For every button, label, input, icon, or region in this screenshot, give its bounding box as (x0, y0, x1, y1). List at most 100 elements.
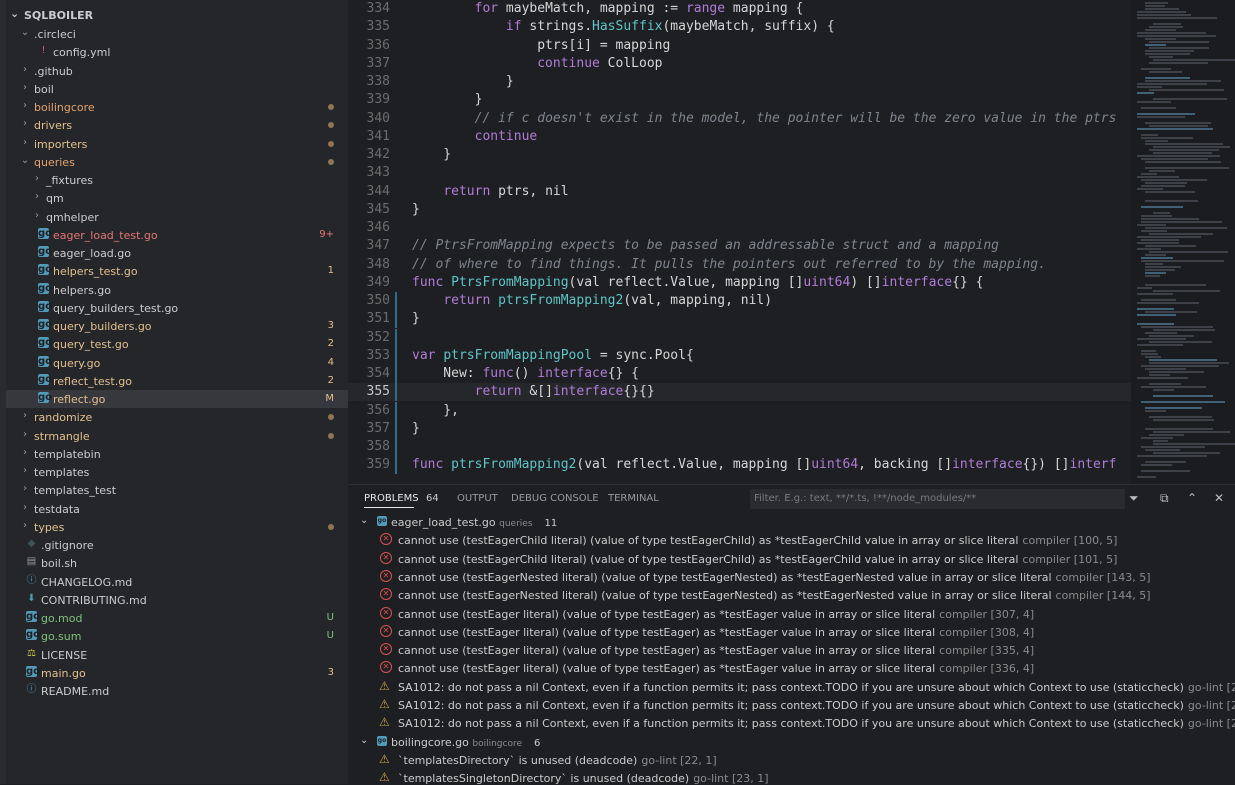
file-item[interactable]: go eager_load_test.go 9+ (6, 226, 348, 244)
chevron-right-icon[interactable]: › (32, 173, 42, 184)
chevron-down-icon[interactable]: ⌄ (10, 7, 19, 20)
close-icon[interactable]: ✕ (1214, 491, 1224, 505)
code-line[interactable]: 352 (348, 328, 1131, 347)
chevron-right-icon[interactable]: › (20, 100, 30, 111)
file-item[interactable]: ▤ boil.sh (6, 554, 348, 572)
problem-item[interactable]: ⚠ SA1012: do not pass a nil Context, even… (348, 696, 1235, 714)
problem-item[interactable]: ✕ cannot use (testEagerNested literal) (v… (348, 586, 1235, 604)
folder-item[interactable]: › testdata (6, 500, 348, 518)
maximize-panel-icon[interactable]: ⌃ (1187, 491, 1197, 505)
file-item[interactable]: ⓘ CHANGELOG.md (6, 573, 348, 591)
folder-item[interactable]: › _fixtures (6, 171, 348, 189)
folder-item[interactable]: › .github (6, 62, 348, 80)
problem-item[interactable]: ⚠ `templatesDirectory` is unused (deadcod… (348, 751, 1235, 769)
code-line[interactable]: 338 } (348, 73, 1131, 91)
folder-item[interactable]: › templatebin (6, 445, 348, 463)
code-line[interactable]: 359 func ptrsFromMapping2(val reflect.Val… (348, 456, 1131, 475)
code-line[interactable]: 343 (348, 164, 1131, 182)
code-line[interactable]: 339 } (348, 91, 1131, 109)
tab-terminal[interactable]: TERMINAL (608, 493, 659, 504)
file-item[interactable]: go go.mod U (6, 609, 348, 627)
chevron-right-icon[interactable]: › (32, 191, 42, 202)
code-line[interactable]: 342 } (348, 146, 1131, 164)
folder-item[interactable]: › randomize (6, 408, 348, 426)
file-item[interactable]: go query_builders_test.go (6, 299, 348, 317)
code-line[interactable]: 354 New: func() interface{} { (348, 365, 1131, 384)
code-line[interactable]: 349 func PtrsFromMapping(val reflect.Valu… (348, 274, 1131, 292)
chevron-down-icon[interactable]: ⌄ (360, 735, 368, 746)
problem-item[interactable]: ✕ cannot use (testEager literal) (value o… (348, 605, 1235, 623)
chevron-down-icon[interactable]: ⌄ (360, 515, 368, 526)
chevron-right-icon[interactable]: › (20, 64, 30, 75)
problem-item[interactable]: ✕ cannot use (testEager literal) (value o… (348, 641, 1235, 659)
file-item[interactable]: ◆ .gitignore (6, 536, 348, 554)
problems-filter-input[interactable]: Filter. E.g.: text, **/*.ts, !**/node_mo… (750, 489, 1125, 509)
chevron-right-icon[interactable]: › (20, 483, 30, 494)
folder-item[interactable]: › boil (6, 80, 348, 98)
chevron-right-icon[interactable]: › (32, 210, 42, 221)
code-line[interactable]: 350 return ptrsFromMapping2(val, mapping… (348, 292, 1131, 311)
tab-problems[interactable]: PROBLEMS (364, 493, 419, 504)
chevron-down-icon[interactable]: ⌄ (20, 27, 30, 38)
code-line[interactable]: 348 // of where to find things. It pulls … (348, 256, 1131, 274)
code-line[interactable]: 353 var ptrsFromMappingPool = sync.Pool{ (348, 346, 1131, 365)
folder-item[interactable]: ⌄ .circleci (6, 25, 348, 43)
problem-item[interactable]: ⚠ SA1012: do not pass a nil Context, even… (348, 714, 1235, 732)
code-line[interactable]: 334 for maybeMatch, mapping := range map… (348, 0, 1131, 18)
file-item[interactable]: go helpers_test.go 1 (6, 262, 348, 280)
problems-file-group[interactable]: ⌄ go boilingcore.go boilingcore 6 (348, 733, 1235, 751)
problem-item[interactable]: ⚠ `templatesSingletonDirectory` is unused… (348, 769, 1235, 785)
problem-item[interactable]: ✕ cannot use (testEager literal) (value o… (348, 623, 1235, 641)
file-item[interactable]: go query.go 4 (6, 354, 348, 372)
problem-item[interactable]: ✕ cannot use (testEager literal) (value o… (348, 659, 1235, 677)
code-line[interactable]: 335 if strings.HasSuffix(maybeMatch, suf… (348, 18, 1131, 36)
chevron-down-icon[interactable]: ⌄ (20, 155, 30, 166)
folder-item[interactable]: › types (6, 518, 348, 536)
chevron-right-icon[interactable]: › (20, 137, 30, 148)
code-line[interactable]: 356 }, (348, 401, 1131, 420)
minimap[interactable] (1131, 0, 1235, 484)
chevron-right-icon[interactable]: › (20, 82, 30, 93)
chevron-right-icon[interactable]: › (20, 465, 30, 476)
collapse-all-icon[interactable]: ⧉ (1160, 491, 1169, 506)
file-item[interactable]: ⚖ LICENSE (6, 646, 348, 664)
file-item[interactable]: go go.sum U (6, 627, 348, 645)
code-line[interactable]: 341 continue (348, 128, 1131, 146)
file-item[interactable]: ! config.yml (6, 43, 348, 61)
problem-item[interactable]: ✕ cannot use (testEagerNested literal) (v… (348, 568, 1235, 586)
code-line[interactable]: 357} (348, 419, 1131, 438)
folder-item[interactable]: › drivers (6, 116, 348, 134)
explorer-header[interactable]: ⌄ SQLBOILER (6, 7, 348, 23)
tab-debug-console[interactable]: DEBUG CONSOLE (511, 493, 599, 504)
problem-item[interactable]: ✕ cannot use (testEagerChild literal) (va… (348, 550, 1235, 568)
folder-item[interactable]: › boilingcore (6, 98, 348, 116)
filter-icon[interactable]: ⏷ (1129, 491, 1139, 506)
chevron-right-icon[interactable]: › (20, 118, 30, 129)
code-line[interactable]: 345} (348, 201, 1131, 219)
file-item[interactable]: go helpers.go (6, 281, 348, 299)
folder-item[interactable]: › strmangle (6, 427, 348, 445)
code-line[interactable]: 337 continue ColLoop (348, 55, 1131, 73)
problem-item[interactable]: ⚠ SA1012: do not pass a nil Context, even… (348, 678, 1235, 696)
code-line[interactable]: 358 (348, 438, 1131, 457)
file-item[interactable]: ⓘ README.md (6, 682, 348, 700)
file-item[interactable]: go reflect.go M (6, 390, 348, 408)
chevron-right-icon[interactable]: › (20, 520, 30, 531)
code-line[interactable]: 346 (348, 219, 1131, 237)
folder-item[interactable]: › qmhelper (6, 208, 348, 226)
folder-item[interactable]: › importers (6, 135, 348, 153)
folder-item[interactable]: › templates_test (6, 481, 348, 499)
chevron-right-icon[interactable]: › (20, 447, 30, 458)
chevron-right-icon[interactable]: › (20, 410, 30, 421)
file-item[interactable]: go query_builders.go 3 (6, 317, 348, 335)
problem-item[interactable]: ✕ cannot use (testEagerChild literal) (va… (348, 531, 1235, 549)
chevron-right-icon[interactable]: › (20, 429, 30, 440)
problems-file-group[interactable]: ⌄ go eager_load_test.go queries 11 (348, 513, 1235, 531)
file-item[interactable]: go reflect_test.go 2 (6, 372, 348, 390)
code-editor[interactable]: 334 for maybeMatch, mapping := range map… (348, 0, 1131, 484)
folder-item[interactable]: › qm (6, 189, 348, 207)
file-item[interactable]: go query_test.go 2 (6, 335, 348, 353)
code-line[interactable]: 344 return ptrs, nil (348, 183, 1131, 201)
file-item[interactable]: go main.go 3 (6, 664, 348, 682)
code-line[interactable]: 340 // if c doesn't exist in the model, … (348, 110, 1131, 128)
